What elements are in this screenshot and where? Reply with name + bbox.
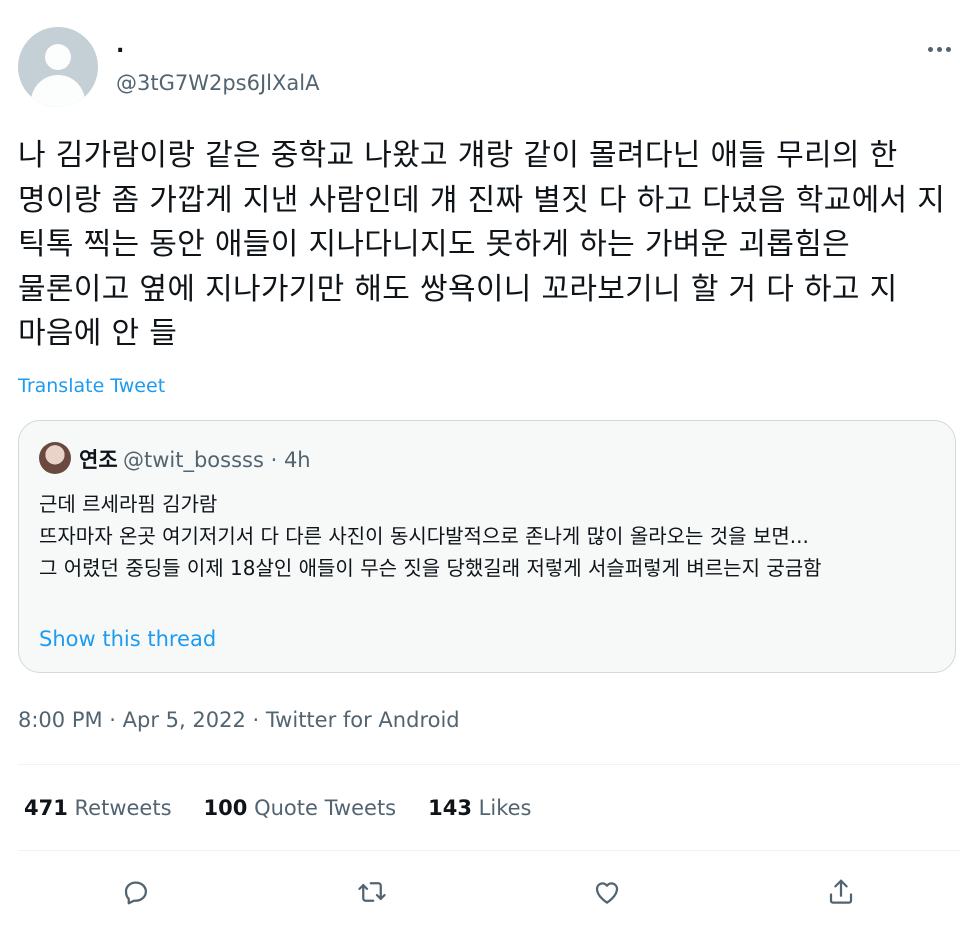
like-icon[interactable] [589,874,625,910]
likes-stat[interactable]: 143 Likes [428,794,531,822]
author-avatar[interactable] [18,27,98,107]
more-options-icon[interactable] [928,36,958,62]
retweets-stat[interactable]: 471 Retweets [24,794,172,822]
tweet-stats: 471 Retweets 100 Quote Tweets 143 Likes [24,794,531,822]
translate-tweet-link[interactable]: Translate Tweet [18,373,165,399]
quoted-tweet-card[interactable]: 연조 @twit_bossss · 4h 근데 르세라핌 김가람 뜨자마자 온곳… [18,420,956,673]
tweet-timestamp-source[interactable]: 8:00 PM · Apr 5, 2022 · Twitter for Andr… [18,706,460,734]
divider [18,764,960,765]
quoted-author-handle-time: @twit_bossss · 4h [123,448,311,472]
show-this-thread-link[interactable]: Show this thread [39,625,216,653]
avatar-body-shape [31,75,85,107]
divider [18,850,960,851]
author-display-name[interactable]: . [116,34,124,58]
reply-icon[interactable] [118,874,154,910]
quote-tweets-stat[interactable]: 100 Quote Tweets [204,794,397,822]
share-icon[interactable] [823,874,859,910]
quoted-author-avatar [39,442,71,474]
quoted-tweet-text: 근데 르세라핌 김가람 뜨자마자 온곳 여기저기서 다 다른 사진이 동시다발적… [39,488,944,584]
quoted-line-2: 뜨자마자 온곳 여기저기서 다 다른 사진이 동시다발적으로 존나게 많이 올라… [39,524,809,548]
author-handle[interactable]: @3tG7W2ps6JlXalA [116,70,319,96]
tweet-text: 나 김가람이랑 같은 중학교 나왔고 걔랑 같이 몰려다닌 애들 무리의 한 명… [18,138,946,351]
quoted-line-3: 그 어렸던 중딩들 이제 18살인 애들이 무슨 짓을 당했길래 저렇게 서슬퍼… [39,556,822,580]
retweet-icon[interactable] [354,874,390,910]
quoted-line-1: 근데 르세라핌 김가람 [39,492,218,516]
avatar-head-shape [45,44,71,70]
quoted-author-name: 연조 [79,448,118,472]
